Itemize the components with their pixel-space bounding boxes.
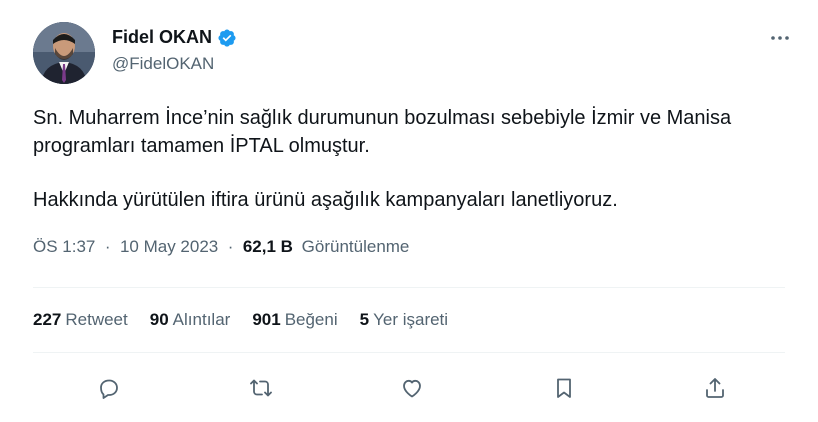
divider (33, 287, 785, 288)
views-count: 62,1 B (242, 237, 293, 256)
bookmarks-count: 5 (359, 310, 370, 329)
author-name-row[interactable]: Fidel OKAN (112, 27, 237, 48)
quotes-stat[interactable]: 90 Alıntılar (150, 310, 231, 330)
more-horizontal-icon[interactable] (768, 28, 792, 48)
bookmarks-label: Yer işareti (373, 310, 449, 329)
likes-count: 901 (252, 310, 281, 329)
tweet-paragraph: Hakkında yürütülen iftira ürünü aşağılık… (33, 189, 618, 211)
tweet-card: Fidel OKAN @FidelOKAN Sn. Muharrem İnce’… (0, 0, 818, 422)
tweet-date[interactable]: 10 May 2023 (120, 237, 218, 256)
likes-label: Beğeni (284, 310, 338, 329)
tweet-text: Sn. Muharrem İnce’nin sağlık durumunun b… (33, 104, 793, 214)
verified-badge-icon (217, 28, 237, 48)
retweet-icon[interactable] (247, 374, 275, 402)
share-icon[interactable] (701, 374, 729, 402)
tweet-meta: ÖS 1:37 · 10 May 2023 · 62,1 B Görüntüle… (33, 237, 409, 257)
heart-icon[interactable] (398, 374, 426, 402)
tweet-time[interactable]: ÖS 1:37 (33, 237, 95, 256)
bookmark-icon[interactable] (550, 374, 578, 402)
reply-icon[interactable] (95, 374, 123, 402)
retweets-stat[interactable]: 227 Retweet (33, 310, 128, 330)
likes-stat[interactable]: 901 Beğeni (252, 310, 337, 330)
meta-separator: · (222, 237, 239, 256)
quotes-count: 90 (149, 310, 169, 329)
bookmarks-stat[interactable]: 5 Yer işareti (360, 310, 448, 330)
avatar[interactable] (33, 22, 95, 84)
engagement-stats: 227 Retweet 90 Alıntılar 901 Beğeni 5 Yer iş… (33, 310, 448, 330)
author-name[interactable]: Fidel OKAN (112, 27, 212, 48)
meta-separator: · (100, 237, 116, 256)
retweets-count: 227 (33, 310, 62, 329)
retweets-label: Retweet (65, 310, 128, 329)
action-bar (0, 370, 818, 404)
divider (33, 352, 785, 353)
views-label: Görüntülenme (301, 237, 410, 256)
author-handle[interactable]: @FidelOKAN (112, 54, 214, 74)
tweet-paragraph: Sn. Muharrem İnce’nin sağlık durumunun b… (33, 107, 732, 157)
quotes-label: Alıntılar (172, 310, 231, 329)
